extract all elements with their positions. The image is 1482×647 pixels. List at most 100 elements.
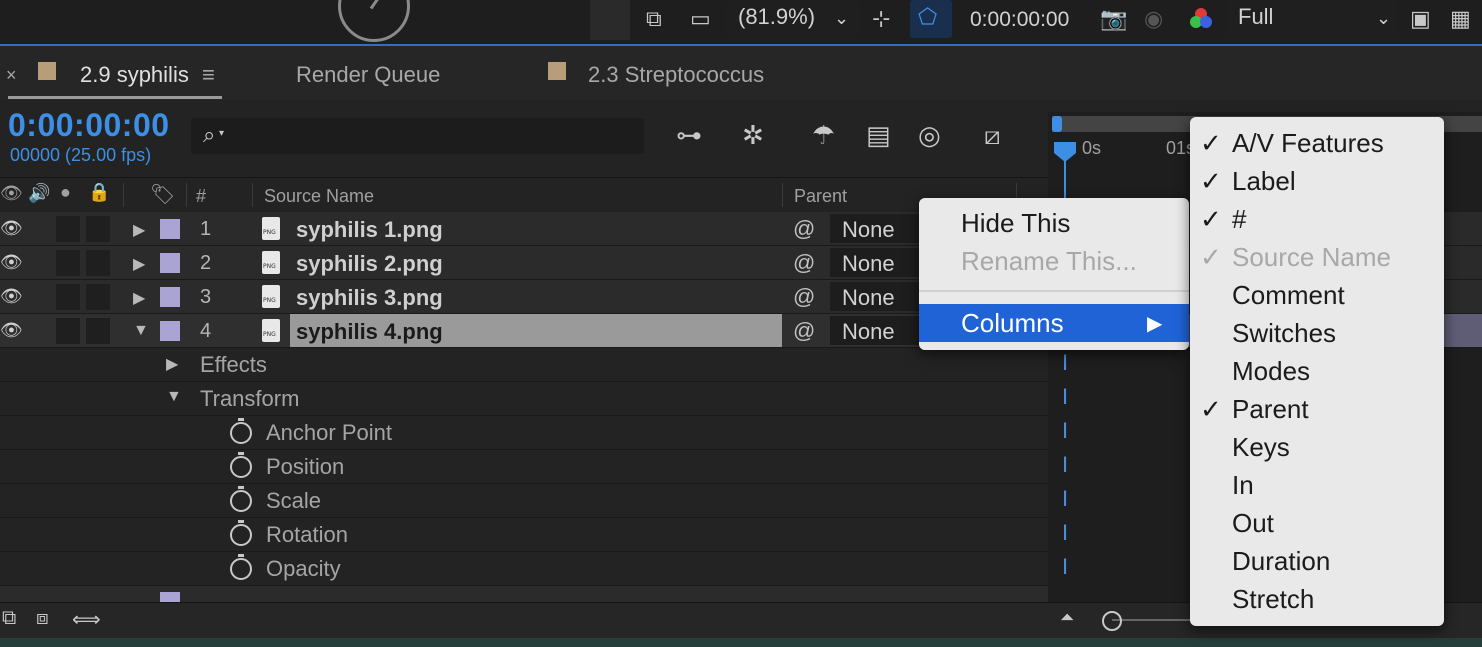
stopwatch-icon[interactable]: [230, 520, 252, 546]
layer-source-name[interactable]: syphilis 2.png: [296, 251, 443, 277]
property-group-transform[interactable]: ▼ Transform: [0, 382, 1048, 416]
pick-whip-icon[interactable]: @: [793, 284, 815, 310]
playhead-handle-icon[interactable]: [1054, 142, 1076, 162]
pick-whip-icon[interactable]: @: [793, 250, 815, 276]
property-rotation[interactable]: Rotation: [0, 518, 1048, 552]
motion-blur-icon[interactable]: ◎: [918, 120, 941, 151]
current-time-display[interactable]: 0:00:00:00: [8, 107, 170, 144]
layer-row[interactable]: 👁 ▶ 1 syphilis 1.png @ None: [0, 212, 1048, 246]
layer-number: 3: [200, 286, 212, 308]
video-visibility-icon[interactable]: 👁: [0, 183, 23, 204]
zoom-slider-handle[interactable]: [1102, 611, 1122, 631]
viewer-timecode[interactable]: 0:00:00:00: [970, 8, 1069, 32]
eye-icon[interactable]: 👁: [0, 252, 23, 273]
submenu-item-switches[interactable]: Switches: [1190, 314, 1444, 352]
layer-row-selected[interactable]: 👁 ▼ 4 syphilis 4.png @ None: [0, 314, 1048, 348]
stopwatch-icon[interactable]: [230, 486, 252, 512]
collapse-triangle-icon[interactable]: ▼: [133, 322, 149, 340]
menu-item-hide-this[interactable]: Hide This: [919, 204, 1189, 242]
zoom-dropdown[interactable]: (81.9%) ⌄: [726, 0, 860, 38]
close-tab-icon[interactable]: ×: [6, 65, 17, 86]
resolution-dropdown[interactable]: Full ⌄: [1226, 0, 1398, 38]
frame-blending-icon[interactable]: ▤: [866, 120, 891, 151]
work-area-start-handle[interactable]: [1052, 116, 1062, 132]
show-snapshot-icon[interactable]: ◉: [1144, 6, 1163, 32]
tab-render-queue[interactable]: Render Queue: [296, 62, 440, 88]
pick-whip-icon[interactable]: @: [793, 318, 815, 344]
submenu-item-label: #: [1232, 204, 1247, 234]
column-context-menu: Hide This Rename This... Columns ▶: [919, 198, 1189, 350]
layer-source-name[interactable]: syphilis 1.png: [296, 217, 443, 243]
channel-rgb-icon[interactable]: [1188, 6, 1214, 38]
stopwatch-icon[interactable]: [230, 418, 252, 444]
column-source-name[interactable]: Source Name: [264, 186, 374, 207]
layer-row[interactable]: 👁 ▶ 3 syphilis 3.png @ None: [0, 280, 1048, 314]
zoom-slider-track[interactable]: [1112, 619, 1192, 621]
collapse-triangle-icon[interactable]: ▼: [166, 388, 182, 406]
region-of-interest-icon[interactable]: ▣: [1410, 6, 1431, 32]
graph-editor-icon[interactable]: ⧄: [984, 120, 1001, 152]
submenu-item-[interactable]: ✓ #: [1190, 200, 1444, 238]
label-color-swatch[interactable]: [160, 287, 180, 307]
expand-triangle-icon[interactable]: ▶: [133, 254, 145, 274]
tab-2-3-streptococcus[interactable]: 2.3 Streptococcus: [588, 62, 764, 88]
label-color-swatch[interactable]: [160, 219, 180, 239]
tab-menu-icon[interactable]: ≡: [202, 62, 215, 88]
expand-triangle-icon[interactable]: ▶: [133, 220, 145, 240]
layer-row[interactable]: 👁 ▶ 2 syphilis 2.png @ None: [0, 246, 1048, 280]
submenu-item-out[interactable]: Out: [1190, 504, 1444, 542]
expand-triangle-icon[interactable]: ▶: [166, 354, 178, 374]
layer-source-name[interactable]: syphilis 3.png: [296, 285, 443, 311]
column-parent[interactable]: Parent: [794, 186, 847, 207]
stopwatch-icon[interactable]: [230, 452, 252, 478]
shy-layers-icon[interactable]: ☂: [812, 120, 835, 151]
fast-previews-icon[interactable]: ⧉: [646, 6, 662, 32]
property-group-effects[interactable]: ▶ Effects: [0, 348, 1048, 382]
composition-flowchart-icon[interactable]: ⊶: [676, 120, 702, 151]
expand-triangle-icon[interactable]: ▶: [133, 288, 145, 308]
submenu-item-parent[interactable]: ✓ Parent: [1190, 390, 1444, 428]
eye-icon[interactable]: 👁: [0, 320, 23, 341]
pick-whip-icon[interactable]: @: [793, 216, 815, 242]
submenu-item-keys[interactable]: Keys: [1190, 428, 1444, 466]
submenu-item-duration[interactable]: Duration: [1190, 542, 1444, 580]
transfer-controls-icon[interactable]: ⧈: [36, 607, 49, 630]
property-anchor-point[interactable]: Anchor Point: [0, 416, 1048, 450]
label-tag-icon[interactable]: 🏷: [150, 182, 175, 207]
tab-2-9-syphilis[interactable]: 2.9 syphilis: [80, 62, 189, 88]
layer-switches-icon[interactable]: ⧉: [2, 607, 16, 630]
snapshot-camera-icon[interactable]: 📷: [1100, 6, 1127, 32]
display-icon[interactable]: ▭: [690, 6, 711, 32]
stopwatch-icon[interactable]: [230, 554, 252, 580]
menu-item-columns[interactable]: Columns ▶: [919, 304, 1189, 342]
mask-visibility-button[interactable]: ⬠: [910, 0, 952, 38]
property-opacity[interactable]: Opacity: [0, 552, 1048, 586]
layer-search-input[interactable]: ⌕ ▾: [191, 118, 644, 154]
layer-source-name[interactable]: syphilis 4.png: [296, 319, 443, 345]
submenu-item-label[interactable]: ✓ Label: [1190, 162, 1444, 200]
submenu-item-comment[interactable]: Comment: [1190, 276, 1444, 314]
property-position[interactable]: Position: [0, 450, 1048, 484]
keyframe-ibeam-icon: I: [1062, 486, 1069, 511]
submenu-arrow-icon: ▶: [1147, 313, 1163, 335]
in-out-panes-icon[interactable]: ⟺: [72, 607, 101, 632]
eye-icon[interactable]: 👁: [0, 218, 23, 239]
submenu-item-stretch[interactable]: Stretch: [1190, 580, 1444, 618]
submenu-item-in[interactable]: In: [1190, 466, 1444, 504]
property-scale[interactable]: Scale: [0, 484, 1048, 518]
lock-icon[interactable]: 🔒: [88, 182, 110, 203]
submenu-item-modes[interactable]: Modes: [1190, 352, 1444, 390]
audio-icon[interactable]: 🔊: [28, 183, 50, 204]
submenu-item-a-v-features[interactable]: ✓ A/V Features: [1190, 124, 1444, 162]
solo-icon[interactable]: ●: [60, 182, 71, 203]
grid-guides-icon[interactable]: ⊹: [872, 6, 890, 32]
column-number[interactable]: #: [196, 186, 206, 207]
transparency-grid-icon[interactable]: ▦: [1450, 6, 1471, 32]
layer-row-partial[interactable]: [0, 586, 1048, 603]
label-color-swatch[interactable]: [160, 253, 180, 273]
eye-icon[interactable]: 👁: [0, 286, 23, 307]
comp-color-swatch: [38, 62, 56, 80]
draft-3d-icon[interactable]: ✲: [742, 120, 764, 151]
zoom-out-mountain-icon[interactable]: ⏶: [1060, 607, 1074, 628]
label-color-swatch[interactable]: [160, 321, 180, 341]
